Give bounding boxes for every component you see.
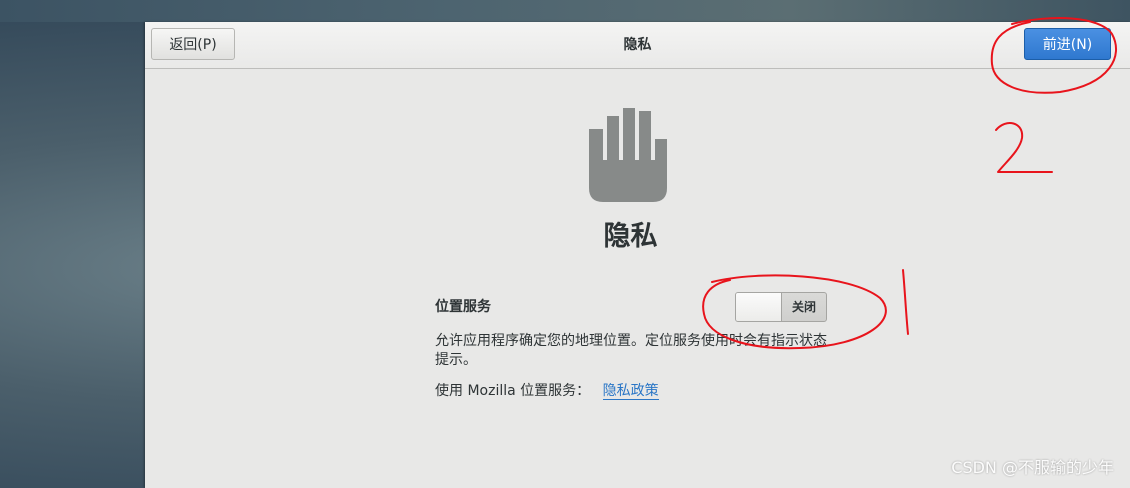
setup-window: 返回(P) 隐私 前进(N) 隐私 位置服务 关闭 允许应用程序确定您的地理位置… [145, 22, 1130, 488]
privacy-policy-link[interactable]: 隐私政策 [602, 383, 659, 400]
mozilla-location-text: 使用 Mozilla 位置服务： [435, 383, 591, 399]
next-button[interactable]: 前进(N) [1024, 28, 1111, 60]
hand-privacy-icon [589, 108, 667, 202]
mozilla-location-line: 使用 Mozilla 位置服务： 隐私政策 [435, 380, 659, 400]
watermark: CSDN @不服输的少年 [951, 458, 1114, 477]
back-button[interactable]: 返回(P) [151, 28, 235, 60]
header-title: 隐私 [623, 37, 652, 53]
switch-knob[interactable] [736, 293, 782, 321]
location-services-description: 允许应用程序确定您的地理位置。定位服务使用时会有指示状态提示。 [435, 333, 827, 368]
location-services-switch[interactable]: 关闭 [735, 292, 827, 322]
location-services-label: 位置服务 [435, 299, 491, 315]
header-bar: 返回(P) 隐私 前进(N) [145, 22, 1130, 69]
page-title: 隐私 [603, 221, 658, 252]
desktop-background-strip [0, 0, 1130, 22]
switch-state-label: 关闭 [791, 300, 816, 314]
